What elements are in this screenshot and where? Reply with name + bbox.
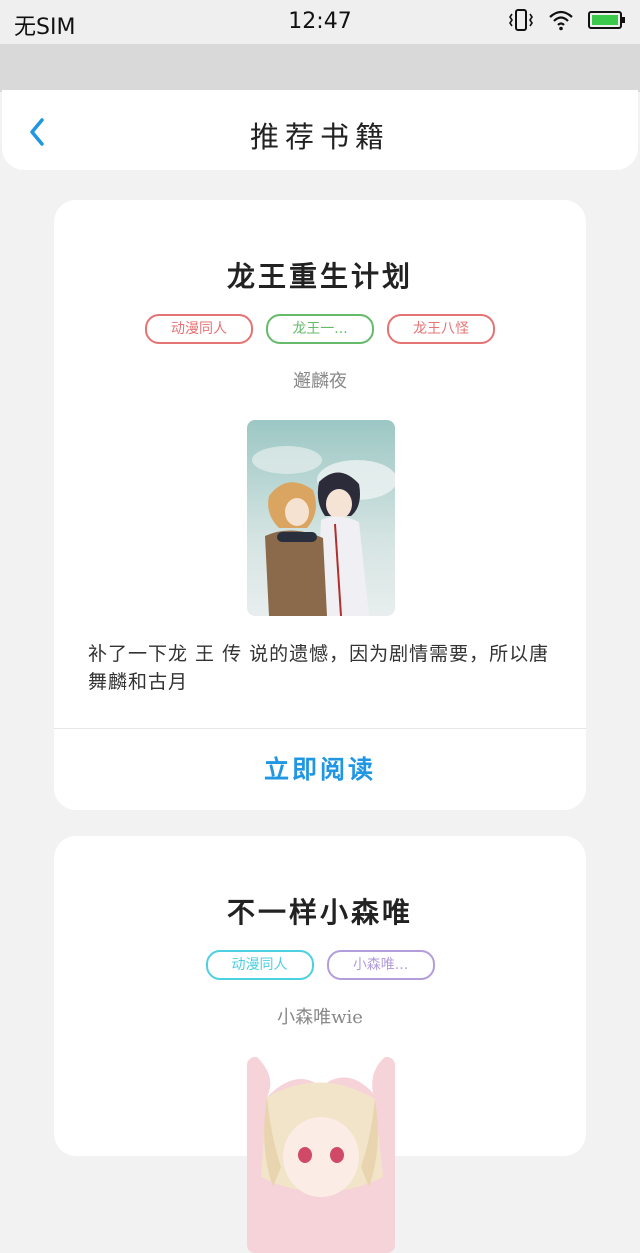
book-cover[interactable] xyxy=(247,420,395,616)
book-summary: 补了一下龙 王 传 说的遗憾，因为剧情需要，所以唐舞麟和古月 xyxy=(88,643,550,693)
tag[interactable]: 龙王一... xyxy=(266,314,374,344)
book-author: 邂麟夜 xyxy=(293,371,347,392)
read-now-button[interactable]: 立即阅读 xyxy=(54,750,586,786)
tag[interactable]: 动漫同人 xyxy=(205,950,314,980)
divider xyxy=(54,728,586,729)
book-title: 不一样小森唯 xyxy=(226,896,413,929)
tag[interactable]: 动漫同人 xyxy=(145,314,253,344)
nav-bar: 推荐书籍 xyxy=(2,90,638,170)
book-card: 龙王重生计划 动漫同人 龙王一... 龙王八怪 邂麟夜 补了一下龙 王 传 说的… xyxy=(54,200,586,810)
tag-list: 动漫同人 龙王一... 龙王八怪 xyxy=(54,314,586,344)
battery-icon xyxy=(588,10,626,34)
book-title: 龙王重生计划 xyxy=(226,260,413,293)
book-card: 不一样小森唯 动漫同人 小森唯... 小森唯wie xyxy=(54,836,586,1253)
tag[interactable]: 龙王八怪 xyxy=(387,314,495,344)
page-title: 推荐书籍 xyxy=(249,120,390,154)
vibrate-icon xyxy=(508,8,534,36)
tag-list: 动漫同人 小森唯... xyxy=(54,950,586,980)
book-cover[interactable] xyxy=(247,1057,395,1253)
tag[interactable]: 小森唯... xyxy=(326,950,435,980)
wifi-icon xyxy=(548,9,574,35)
status-icons xyxy=(508,8,626,36)
status-bar: 无SIM 12:47 xyxy=(0,0,640,44)
header-gap xyxy=(0,44,640,92)
book-author: 小森唯wie xyxy=(277,1007,363,1028)
